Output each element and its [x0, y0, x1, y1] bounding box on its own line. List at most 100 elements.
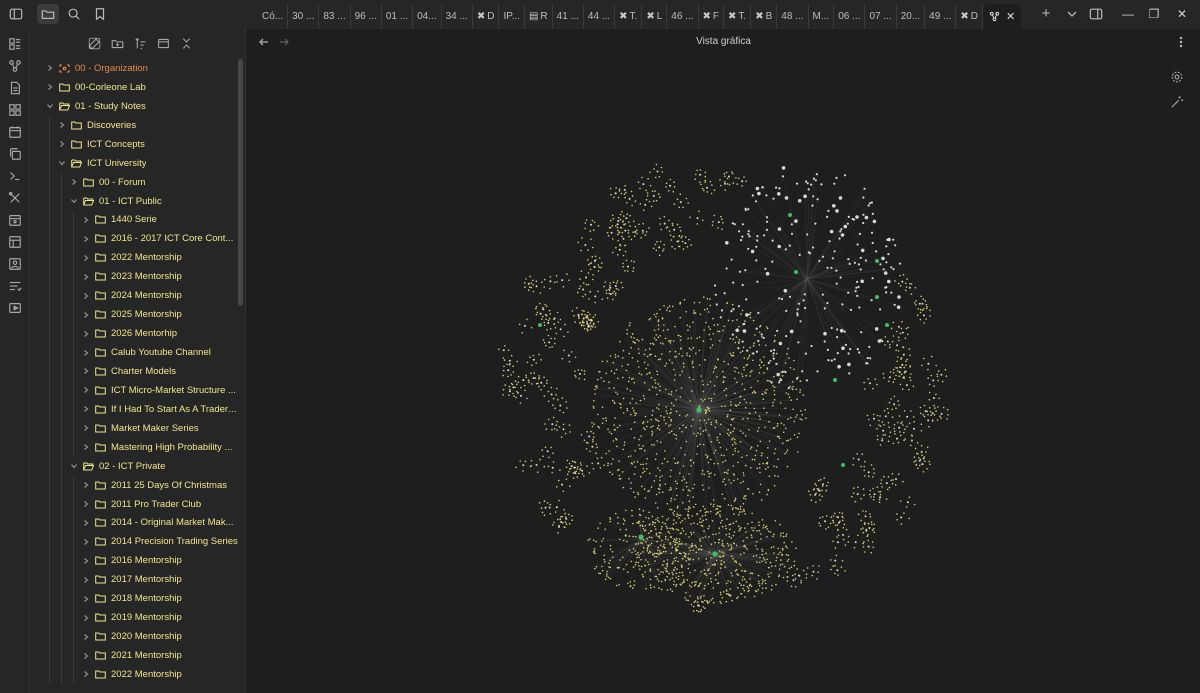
graph-node[interactable] [857, 513, 860, 516]
graph-node[interactable] [637, 522, 640, 524]
cluster-center-node[interactable] [624, 229, 627, 232]
graph-node[interactable] [568, 424, 571, 426]
graph-node[interactable] [527, 289, 530, 292]
graph-node[interactable] [746, 548, 748, 550]
graph-node[interactable] [659, 223, 661, 225]
graph-node[interactable] [546, 379, 548, 382]
graph-node[interactable] [683, 555, 686, 557]
graph-node[interactable] [829, 522, 832, 525]
graph-node[interactable] [826, 348, 830, 351]
graph-node[interactable] [758, 372, 761, 374]
graph-node[interactable] [773, 533, 775, 535]
graph-node[interactable] [748, 412, 751, 415]
graph-node[interactable] [774, 520, 777, 522]
graph-node[interactable] [634, 564, 637, 566]
graph-node[interactable] [647, 552, 650, 554]
graph-node[interactable] [529, 275, 531, 278]
graph-node[interactable] [713, 384, 716, 387]
auto-reveal-icon[interactable] [155, 35, 172, 52]
graph-node[interactable] [794, 586, 797, 588]
graph-node[interactable] [818, 522, 820, 524]
graph-node[interactable] [660, 588, 663, 591]
new-note-icon[interactable] [86, 35, 103, 52]
graph-node[interactable] [692, 531, 695, 534]
graph-node[interactable] [602, 537, 605, 540]
graph-node[interactable] [679, 543, 682, 545]
graph-node[interactable] [603, 464, 605, 467]
graph-node[interactable] [608, 450, 610, 452]
graph-node[interactable] [776, 329, 779, 332]
graph-node[interactable] [707, 569, 709, 571]
graph-node[interactable] [840, 566, 843, 568]
tree-item-folder[interactable]: 2016 - 2017 ICT Core Cont... [30, 229, 238, 249]
graph-node[interactable] [883, 410, 886, 412]
graph-node[interactable] [928, 391, 931, 394]
graph-node[interactable] [772, 197, 775, 200]
graph-node[interactable] [667, 307, 669, 309]
cluster-center-node[interactable] [539, 312, 542, 315]
graph-node[interactable] [531, 364, 533, 367]
graph-node[interactable] [648, 536, 651, 538]
graph-node[interactable] [729, 352, 732, 355]
graph-node[interactable] [625, 259, 628, 262]
graph-node[interactable] [769, 531, 772, 533]
graph-node[interactable] [720, 563, 723, 566]
graph-node[interactable] [616, 393, 619, 396]
graph-node[interactable] [759, 471, 761, 474]
graph-node[interactable] [823, 331, 827, 336]
graph-node[interactable] [654, 190, 656, 192]
graph-node[interactable] [929, 309, 931, 312]
graph-node[interactable] [704, 412, 707, 415]
graph-node[interactable] [720, 215, 722, 218]
graph-node[interactable] [730, 258, 733, 261]
graph-node[interactable] [616, 426, 619, 429]
graph-node[interactable] [683, 579, 685, 581]
graph-node[interactable] [555, 424, 558, 427]
graph-node[interactable] [644, 234, 647, 236]
graph-node[interactable] [544, 303, 546, 306]
graph-node[interactable] [668, 393, 670, 395]
graph-node[interactable] [639, 475, 642, 478]
graph-node[interactable] [731, 320, 734, 322]
graph-node[interactable] [699, 538, 701, 540]
graph-node[interactable] [838, 511, 841, 514]
graph-node[interactable] [657, 320, 660, 323]
cluster-center-node[interactable] [587, 325, 590, 328]
graph-node[interactable] [744, 546, 747, 549]
tree-item-folder[interactable]: 01 - Study Notes [30, 97, 238, 116]
graph-node[interactable] [730, 544, 732, 546]
graph-node[interactable] [689, 400, 691, 402]
cluster-center-node[interactable] [582, 317, 585, 320]
graph-node[interactable] [722, 591, 725, 593]
graph-node[interactable] [611, 214, 614, 217]
graph-node[interactable] [617, 355, 620, 358]
graph-node[interactable] [788, 295, 792, 298]
graph-node[interactable] [758, 529, 761, 532]
graph-node[interactable] [691, 515, 693, 517]
graph-node[interactable] [639, 203, 642, 205]
graph-node[interactable] [870, 231, 874, 234]
graph-node[interactable] [562, 490, 565, 493]
graph-node[interactable] [935, 364, 937, 367]
graph-node[interactable] [706, 470, 709, 473]
graph-node[interactable] [900, 373, 903, 376]
graph-node[interactable] [741, 383, 744, 385]
graph-node[interactable] [863, 494, 865, 496]
graph-node[interactable] [592, 316, 595, 319]
graph-node[interactable] [707, 383, 709, 386]
graph-node[interactable] [657, 467, 659, 470]
graph-node[interactable] [779, 523, 781, 526]
graph-node[interactable] [678, 552, 681, 555]
graph-node[interactable] [706, 308, 709, 310]
tree-item-folder[interactable]: 00 - Forum [30, 172, 238, 192]
graph-node[interactable] [842, 538, 845, 541]
graph-node[interactable] [893, 378, 896, 381]
graph-node[interactable] [898, 339, 900, 342]
graph-node[interactable] [841, 346, 845, 351]
graph-node[interactable] [751, 392, 754, 394]
sort-icon[interactable] [132, 35, 149, 52]
graph-node[interactable] [700, 545, 703, 547]
graph-node[interactable] [562, 286, 565, 288]
graph-node[interactable] [659, 240, 662, 243]
graph-node[interactable] [800, 410, 802, 412]
